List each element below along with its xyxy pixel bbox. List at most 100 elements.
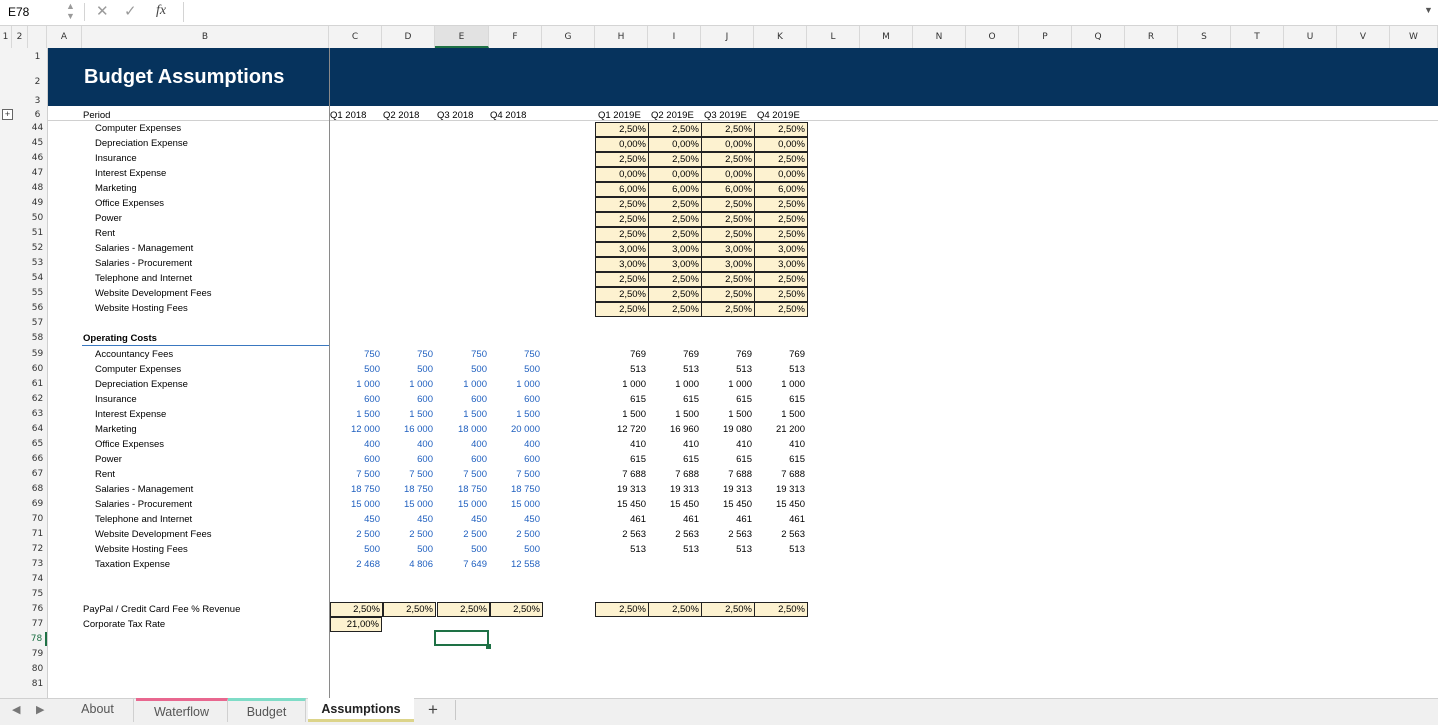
insert-function-icon[interactable]: fx [156,3,166,19]
next-sheet-icon[interactable]: ▶ [36,703,44,716]
row-header-76[interactable]: 76 [28,602,47,616]
row-header-65[interactable]: 65 [28,437,47,451]
row-header-64[interactable]: 64 [28,422,47,436]
growth-rate-cell[interactable]: 2,50% [648,227,702,242]
operating-value-2018[interactable]: 600 [490,452,540,467]
growth-rate-cell[interactable]: 0,00% [595,167,649,182]
row-header-45[interactable]: 45 [28,136,47,150]
operating-value-2018[interactable]: 2 468 [330,557,380,572]
row-header-75[interactable]: 75 [28,587,47,601]
growth-rate-cell[interactable]: 0,00% [648,137,702,152]
operating-value-2018[interactable]: 18 000 [437,422,487,437]
tab-about[interactable]: About [62,698,134,722]
growth-rate-cell[interactable]: 3,00% [648,242,702,257]
growth-rate-cell[interactable]: 2,50% [754,122,808,137]
col-header-N[interactable]: N [913,26,966,48]
tax-rate-cell[interactable]: 21,00% [330,617,382,632]
row-header-3[interactable]: 3 [28,94,47,108]
operating-value-2018[interactable]: 4 806 [383,557,433,572]
prev-sheet-icon[interactable]: ◀ [12,703,20,716]
growth-rate-cell[interactable]: 2,50% [595,302,649,317]
row-header-60[interactable]: 60 [28,362,47,376]
col-header-M[interactable]: M [860,26,913,48]
growth-rate-cell[interactable]: 6,00% [648,182,702,197]
operating-value-2018[interactable]: 2 500 [437,527,487,542]
expand-group-icon[interactable]: + [2,109,13,120]
operating-value-2018[interactable]: 750 [490,347,540,362]
col-header-R[interactable]: R [1125,26,1178,48]
operating-value-2018[interactable]: 400 [437,437,487,452]
col-header-O[interactable]: O [966,26,1019,48]
row-header-50[interactable]: 50 [28,211,47,225]
operating-value-2018[interactable]: 15 000 [437,497,487,512]
growth-rate-cell[interactable]: 0,00% [754,137,808,152]
growth-rate-cell[interactable]: 2,50% [754,287,808,302]
row-header-67[interactable]: 67 [28,467,47,481]
outline-level-2[interactable]: 2 [12,26,28,48]
col-header-H[interactable]: H [595,26,648,48]
paypal-fee-cell[interactable]: 2,50% [383,602,436,617]
confirm-icon[interactable]: ✓ [124,2,137,20]
operating-value-2018[interactable]: 18 750 [437,482,487,497]
operating-value-2018[interactable]: 750 [330,347,380,362]
col-header-G[interactable]: G [542,26,595,48]
cancel-icon[interactable]: ✕ [96,2,109,20]
growth-rate-cell[interactable]: 2,50% [754,197,808,212]
row-header-51[interactable]: 51 [28,226,47,240]
growth-rate-cell[interactable]: 2,50% [754,272,808,287]
operating-value-2018[interactable]: 600 [383,452,433,467]
operating-value-2018[interactable]: 15 000 [490,497,540,512]
row-header-2[interactable]: 2 [28,71,47,93]
operating-value-2018[interactable]: 1 500 [330,407,380,422]
growth-rate-cell[interactable]: 2,50% [754,212,808,227]
growth-rate-cell[interactable]: 2,50% [701,287,755,302]
operating-value-2018[interactable]: 1 000 [383,377,433,392]
row-header-66[interactable]: 66 [28,452,47,466]
operating-value-2018[interactable]: 18 750 [490,482,540,497]
growth-rate-cell[interactable]: 3,00% [595,257,649,272]
growth-rate-cell[interactable]: 6,00% [595,182,649,197]
growth-rate-cell[interactable]: 2,50% [595,287,649,302]
operating-value-2018[interactable]: 12 558 [490,557,540,572]
growth-rate-cell[interactable]: 2,50% [595,122,649,137]
growth-rate-cell[interactable]: 2,50% [648,152,702,167]
tab-budget[interactable]: Budget [228,698,306,722]
growth-rate-cell[interactable]: 2,50% [648,122,702,137]
row-header-1[interactable]: 1 [28,50,47,64]
growth-rate-cell[interactable]: 2,50% [595,227,649,242]
operating-value-2018[interactable]: 500 [490,542,540,557]
fill-handle[interactable] [486,644,491,649]
paypal-fee-cell[interactable]: 2,50% [701,602,755,617]
operating-value-2018[interactable]: 450 [330,512,380,527]
operating-value-2018[interactable]: 20 000 [490,422,540,437]
operating-value-2018[interactable]: 7 500 [383,467,433,482]
growth-rate-cell[interactable]: 2,50% [701,302,755,317]
operating-value-2018[interactable]: 600 [490,392,540,407]
row-header-61[interactable]: 61 [28,377,47,391]
row-header-74[interactable]: 74 [28,572,47,586]
operating-value-2018[interactable]: 450 [437,512,487,527]
operating-value-2018[interactable]: 500 [490,362,540,377]
col-header-F[interactable]: F [489,26,542,48]
growth-rate-cell[interactable]: 3,00% [754,257,808,272]
growth-rate-cell[interactable]: 2,50% [754,302,808,317]
col-header-V[interactable]: V [1337,26,1390,48]
operating-value-2018[interactable]: 18 750 [330,482,380,497]
operating-value-2018[interactable]: 1 500 [490,407,540,422]
operating-value-2018[interactable]: 600 [330,452,380,467]
col-header-Q[interactable]: Q [1072,26,1125,48]
operating-value-2018[interactable]: 2 500 [330,527,380,542]
row-header-78[interactable]: 78 [28,632,47,646]
growth-rate-cell[interactable]: 2,50% [701,272,755,287]
row-header-53[interactable]: 53 [28,256,47,270]
growth-rate-cell[interactable]: 6,00% [701,182,755,197]
col-header-T[interactable]: T [1231,26,1284,48]
growth-rate-cell[interactable]: 2,50% [595,197,649,212]
operating-value-2018[interactable]: 7 500 [330,467,380,482]
paypal-fee-cell[interactable]: 2,50% [437,602,490,617]
operating-value-2018[interactable]: 600 [437,452,487,467]
col-header-J[interactable]: J [701,26,754,48]
growth-rate-cell[interactable]: 0,00% [701,167,755,182]
growth-rate-cell[interactable]: 0,00% [754,167,808,182]
growth-rate-cell[interactable]: 2,50% [595,212,649,227]
